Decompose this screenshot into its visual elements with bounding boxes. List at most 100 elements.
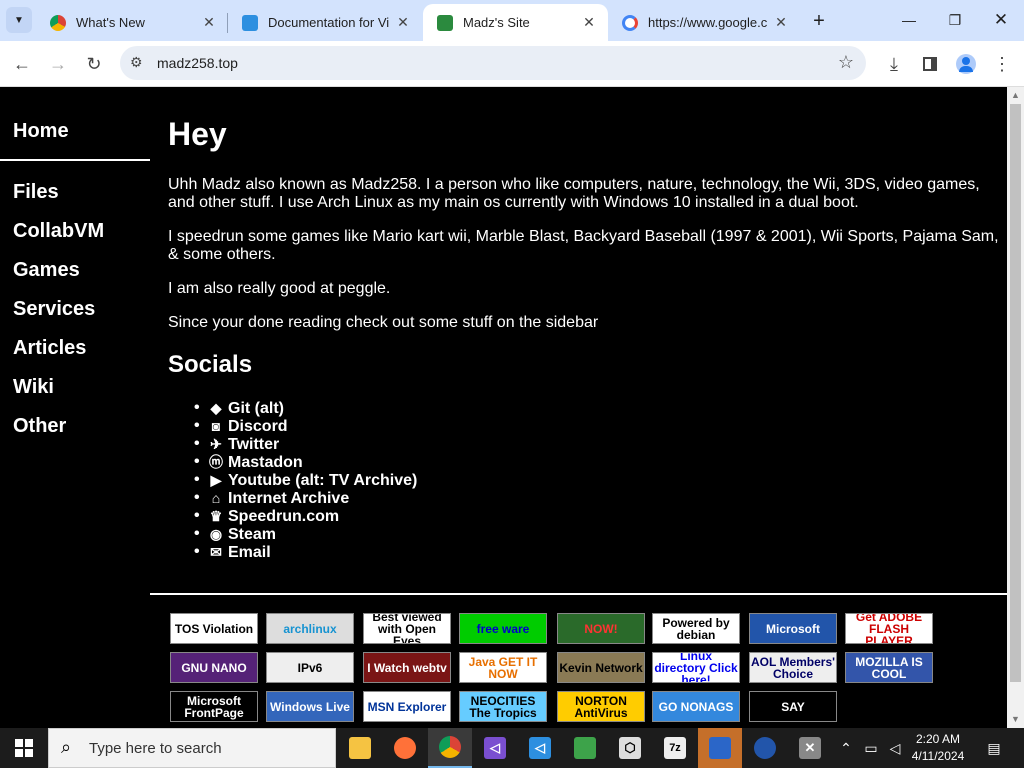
sidebar-item-wiki[interactable]: Wiki (13, 376, 54, 399)
badge-button[interactable]: IPv6 (266, 652, 354, 683)
social-link-steam[interactable]: ◉Steam (194, 525, 417, 543)
tab-search-button[interactable]: ▼ (6, 7, 32, 33)
badge-button[interactable]: Powered by debian (652, 613, 740, 644)
tab-documentation[interactable]: Documentation for Vi ✕ (228, 4, 422, 41)
back-button[interactable]: ← (7, 49, 37, 79)
sidebar-item-games[interactable]: Games (13, 259, 80, 282)
social-link-speedrun[interactable]: ♛Speedrun.com (194, 507, 417, 525)
vscode-icon (242, 14, 258, 31)
close-window-button[interactable]: ✕ (978, 0, 1024, 40)
taskbar-tool[interactable]: ✕ (788, 728, 832, 768)
tray-volume[interactable]: ◁ (884, 728, 906, 768)
taskbar-clock[interactable]: 2:20 AM 4/11/2024 (904, 731, 972, 765)
scroll-down-icon[interactable]: ▼ (1011, 714, 1020, 724)
badge-button[interactable]: MOZILLA IS COOL (845, 652, 933, 683)
badge-button[interactable]: Java GET IT NOW (459, 652, 547, 683)
arrow-left-icon: ← (13, 53, 31, 74)
site-info-icon[interactable]: ⚙ (130, 54, 143, 71)
close-icon[interactable]: ✕ (580, 14, 598, 32)
badge-button[interactable]: Windows Live (266, 691, 354, 722)
close-icon[interactable]: ✕ (394, 14, 412, 32)
taskbar-search[interactable]: ⌕ Type here to search (48, 728, 336, 768)
tab-google[interactable]: https://www.google.c ✕ (608, 4, 800, 41)
reload-icon: ↻ (86, 53, 102, 74)
search-icon: ⌕ (61, 737, 72, 757)
taskbar-notepad[interactable] (563, 728, 607, 768)
envelope-icon: ✉ (210, 544, 222, 560)
sidebar-item-services[interactable]: Services (13, 298, 95, 321)
taskbar-firefox[interactable] (383, 728, 427, 768)
mastodon-icon: ⓜ (209, 454, 223, 470)
taskbar-chrome[interactable] (428, 728, 472, 768)
social-link-mastodon[interactable]: ⓜMastadon (194, 453, 417, 471)
social-link-twitter[interactable]: ✈Twitter (194, 435, 417, 453)
badge-button[interactable]: Get ADOBE FLASH PLAYER (845, 613, 933, 644)
badge-button[interactable]: Kevin Network (557, 652, 645, 683)
close-icon[interactable]: ✕ (200, 14, 218, 32)
badge-button[interactable]: GNU NANO (170, 652, 258, 683)
search-placeholder: Type here to search (89, 740, 222, 757)
scroll-up-icon[interactable]: ▲ (1011, 90, 1020, 100)
profile-button[interactable] (951, 49, 981, 79)
tray-network[interactable]: ▭ (860, 728, 882, 768)
windows-icon (15, 739, 33, 757)
social-link-youtube[interactable]: ▶Youtube (alt: TV Archive) (194, 471, 417, 489)
social-link-internet-archive[interactable]: ⌂Internet Archive (194, 489, 417, 507)
badge-button[interactable]: GO NONAGS (652, 691, 740, 722)
social-link-git[interactable]: ◆Git (alt) (194, 399, 417, 417)
tab-madzs-site[interactable]: Madz's Site ✕ (423, 4, 608, 41)
badge-button[interactable]: MSN Explorer (363, 691, 451, 722)
menu-button[interactable]: ⋮ (987, 49, 1017, 79)
download-icon: ⤓ (890, 53, 898, 74)
badge-button[interactable]: free ware (459, 613, 547, 644)
badge-button[interactable]: NEOCITIES The Tropics (459, 691, 547, 722)
trophy-icon: ♛ (209, 508, 223, 524)
badge-button[interactable]: SAY (749, 691, 837, 722)
sidebar-item-files[interactable]: Files (13, 181, 59, 204)
start-button[interactable] (0, 728, 48, 768)
taskbar-network-app[interactable] (743, 728, 787, 768)
sidebar-item-home[interactable]: Home (13, 120, 69, 143)
badge-button[interactable]: Microsoft (749, 613, 837, 644)
address-bar[interactable]: ⚙ madz258.top ☆ (120, 46, 866, 80)
tray-overflow-button[interactable]: ⌃ (836, 728, 856, 768)
close-icon[interactable]: ✕ (772, 14, 790, 32)
taskbar-file-explorer[interactable] (338, 728, 382, 768)
steam-icon: ◉ (209, 526, 223, 542)
badge-button[interactable]: NOW! (557, 613, 645, 644)
peggle-paragraph: I am also really good at peggle. (168, 280, 391, 297)
downloads-button[interactable]: ⤓ (879, 49, 909, 79)
page-scrollbar[interactable]: ▲ ▼ (1007, 87, 1024, 728)
badge-button[interactable]: NORTON AntiVirus (557, 691, 645, 722)
badge-button[interactable]: Linux directory Click here! (652, 652, 740, 683)
social-link-email[interactable]: ✉Email (194, 543, 417, 561)
badge-button[interactable]: TOS Violation (170, 613, 258, 644)
restore-button[interactable]: ❐ (932, 0, 978, 40)
badge-button[interactable]: Microsoft FrontPage (170, 691, 258, 722)
bookmark-star-icon[interactable]: ☆ (838, 52, 854, 73)
badge-button[interactable]: Best viewed with Open Eyes (363, 613, 451, 644)
scrollbar-thumb[interactable] (1010, 104, 1021, 682)
badge-button[interactable]: AOL Members' Choice (749, 652, 837, 683)
taskbar-7zip[interactable]: 7z (653, 728, 697, 768)
sidebar-item-other[interactable]: Other (13, 415, 66, 438)
reload-button[interactable]: ↻ (79, 49, 109, 79)
forward-button[interactable]: → (43, 49, 73, 79)
browser-toolbar: ← → ↻ ⚙ madz258.top ☆ ⤓ ⋮ (0, 41, 1024, 87)
minimize-button[interactable]: — (886, 0, 932, 40)
taskbar-visual-studio[interactable]: ◁ (473, 728, 517, 768)
clock-time: 2:20 AM (915, 732, 961, 746)
discord-icon: ◙ (211, 418, 221, 434)
taskbar-vscode[interactable]: ◁ (518, 728, 562, 768)
sidebar-item-articles[interactable]: Articles (13, 337, 86, 360)
badge-button[interactable]: archlinux (266, 613, 354, 644)
new-tab-button[interactable]: + (806, 8, 832, 34)
sidebar-item-collabvm[interactable]: CollabVM (13, 220, 104, 243)
taskbar-security[interactable] (698, 728, 742, 768)
badge-button[interactable]: I Watch webtv (363, 652, 451, 683)
tab-whats-new[interactable]: What's New ✕ (36, 4, 228, 41)
social-link-discord[interactable]: ◙Discord (194, 417, 417, 435)
side-panel-button[interactable] (915, 49, 945, 79)
notifications-button[interactable]: ▤ (982, 728, 1006, 768)
taskbar-virtualbox[interactable]: ⬡ (608, 728, 652, 768)
